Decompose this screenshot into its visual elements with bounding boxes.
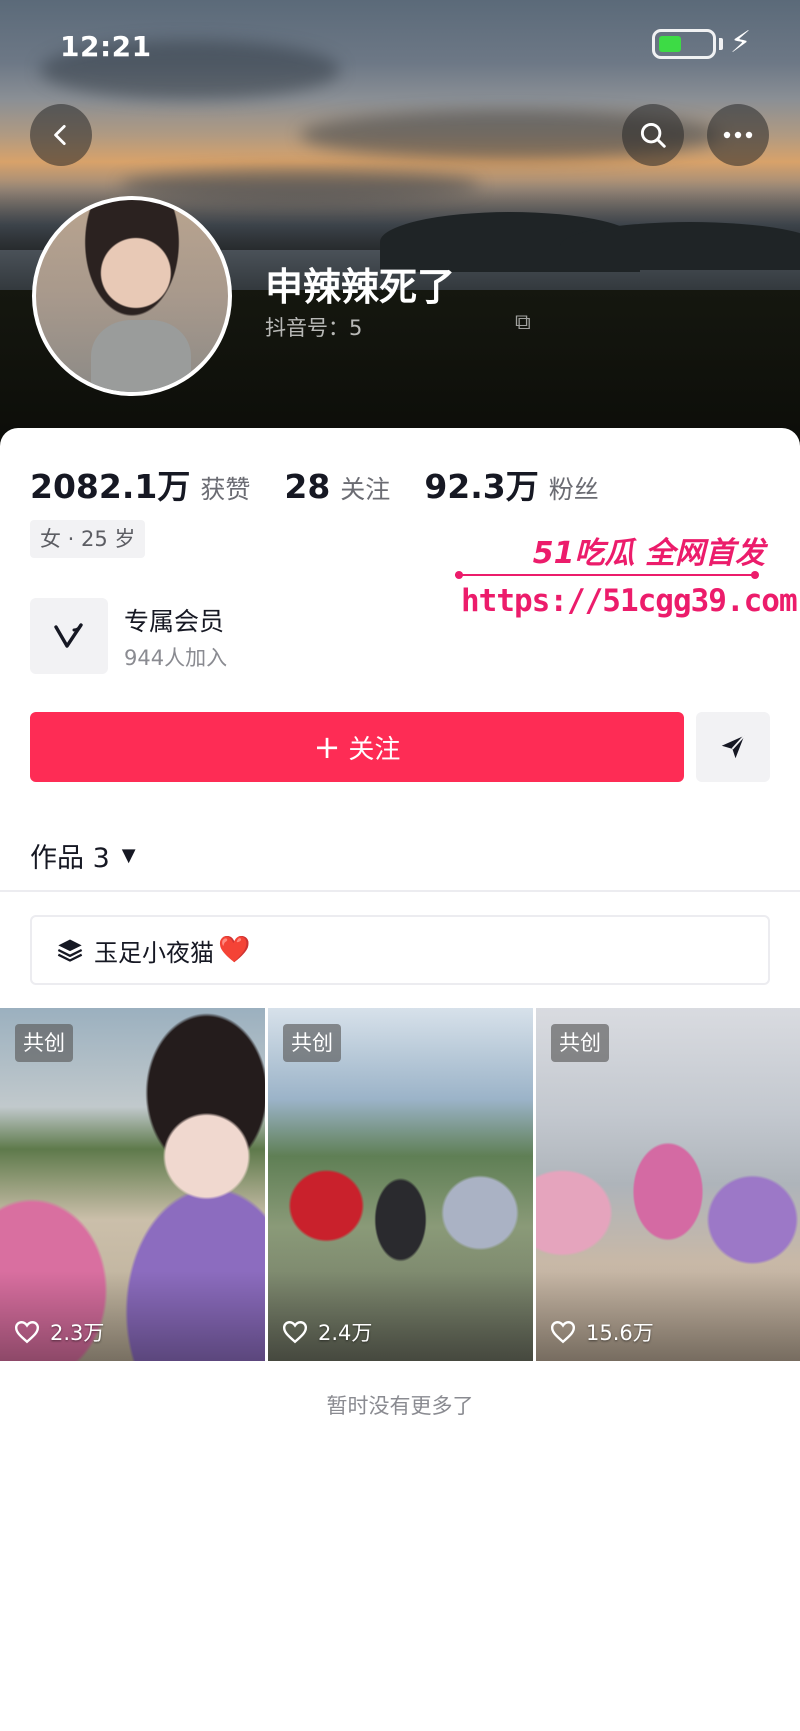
caret-down-icon: ▼: [121, 845, 136, 866]
video-likes: 2.4万: [282, 1317, 372, 1347]
tile-shade: [0, 1271, 265, 1361]
stat-label: 粉丝: [548, 475, 599, 504]
search-icon: [640, 122, 666, 148]
heart-outline-icon: [550, 1321, 576, 1344]
watermark-line: [455, 574, 755, 576]
no-more-text: 暂时没有更多了: [326, 1394, 474, 1418]
heart-outline-icon: [282, 1321, 308, 1344]
likes-count: 15.6万: [586, 1321, 654, 1345]
video-tile[interactable]: 共创 2.3万: [0, 1008, 265, 1361]
tab-works[interactable]: 作品 3 ▼: [30, 836, 136, 875]
avatar-figure: [91, 320, 191, 392]
likes-count: 2.4万: [318, 1321, 373, 1345]
watermark-dot: [751, 571, 759, 579]
member-icon-box: [30, 598, 108, 674]
stat-label: 关注: [340, 475, 391, 504]
profile-name: 申辣辣死了: [265, 265, 456, 309]
stat-label: 获赞: [200, 475, 251, 504]
likes-count: 2.3万: [50, 1321, 105, 1345]
heart-outline-icon: [14, 1321, 40, 1344]
cover-mountain: [560, 222, 800, 270]
stat-value: 2082.1万: [30, 467, 191, 506]
member-entry[interactable]: 专属会员 944人加入: [30, 598, 430, 674]
follow-button[interactable]: + 关注: [30, 712, 684, 782]
tile-shade: [268, 1271, 533, 1361]
divider: [0, 890, 800, 892]
back-button[interactable]: [30, 104, 92, 166]
watermark: 51吃瓜 全网首发 https://51cgg39.com: [455, 528, 798, 628]
co-create-badge: 共创: [551, 1024, 609, 1062]
watermark-brand: 51吃瓜 全网首发: [532, 536, 765, 571]
video-grid: 共创 2.3万 共创 2.4万 共创 15.6万: [0, 1008, 800, 1361]
more-horizontal-icon: [723, 131, 753, 139]
status-time: 12:21: [60, 30, 152, 63]
video-likes: 15.6万: [550, 1317, 654, 1347]
stat-followers[interactable]: 92.3万 粉丝: [424, 460, 598, 508]
works-tab-label: 作品 3: [30, 843, 110, 874]
stat-likes[interactable]: 2082.1万 获赞: [30, 460, 250, 508]
stat-value: 28: [284, 467, 331, 506]
layers-icon: [57, 939, 83, 962]
copy-icon[interactable]: ⧉: [515, 310, 531, 335]
watermark-url: https://51cgg39.com: [461, 583, 798, 619]
member-title: 专属会员: [124, 607, 225, 636]
share-button[interactable]: [696, 712, 770, 782]
status-bar: 12:21 ⚡︎: [0, 0, 800, 90]
member-count: 944人加入: [124, 646, 228, 670]
profile-douyin-id[interactable]: 抖音号：5: [265, 312, 362, 342]
collection-label: 玉足小夜猫: [94, 938, 214, 967]
send-icon: [721, 735, 745, 759]
avatar[interactable]: [32, 196, 232, 396]
stats-row: 2082.1万 获赞 28 关注 92.3万 粉丝: [30, 460, 633, 508]
collection-entry[interactable]: 玉足小夜猫 ❤️: [30, 915, 770, 985]
more-button[interactable]: [707, 104, 769, 166]
video-tile[interactable]: 共创 2.4万: [268, 1008, 533, 1361]
stat-following[interactable]: 28 关注: [284, 467, 390, 506]
plus-icon: +: [313, 728, 341, 766]
co-create-badge: 共创: [283, 1024, 341, 1062]
tile-shade: [536, 1271, 800, 1361]
watermark-dot: [455, 571, 463, 579]
co-create-badge: 共创: [15, 1024, 73, 1062]
battery-icon: [652, 29, 716, 59]
chevron-left-icon: [54, 124, 66, 146]
stat-value: 92.3万: [424, 467, 539, 506]
charging-bolt-icon: ⚡︎: [730, 25, 752, 60]
heart-emoji: ❤️: [218, 935, 251, 965]
search-button[interactable]: [622, 104, 684, 166]
video-likes: 2.3万: [14, 1317, 104, 1347]
cover-cloud: [120, 170, 480, 200]
video-tile[interactable]: 共创 15.6万: [536, 1008, 800, 1361]
vip-v-icon: [54, 623, 83, 648]
gender-age-tag: 女 · 25 岁: [30, 520, 146, 558]
battery-tip: [719, 38, 723, 50]
follow-label: 关注: [348, 734, 401, 765]
